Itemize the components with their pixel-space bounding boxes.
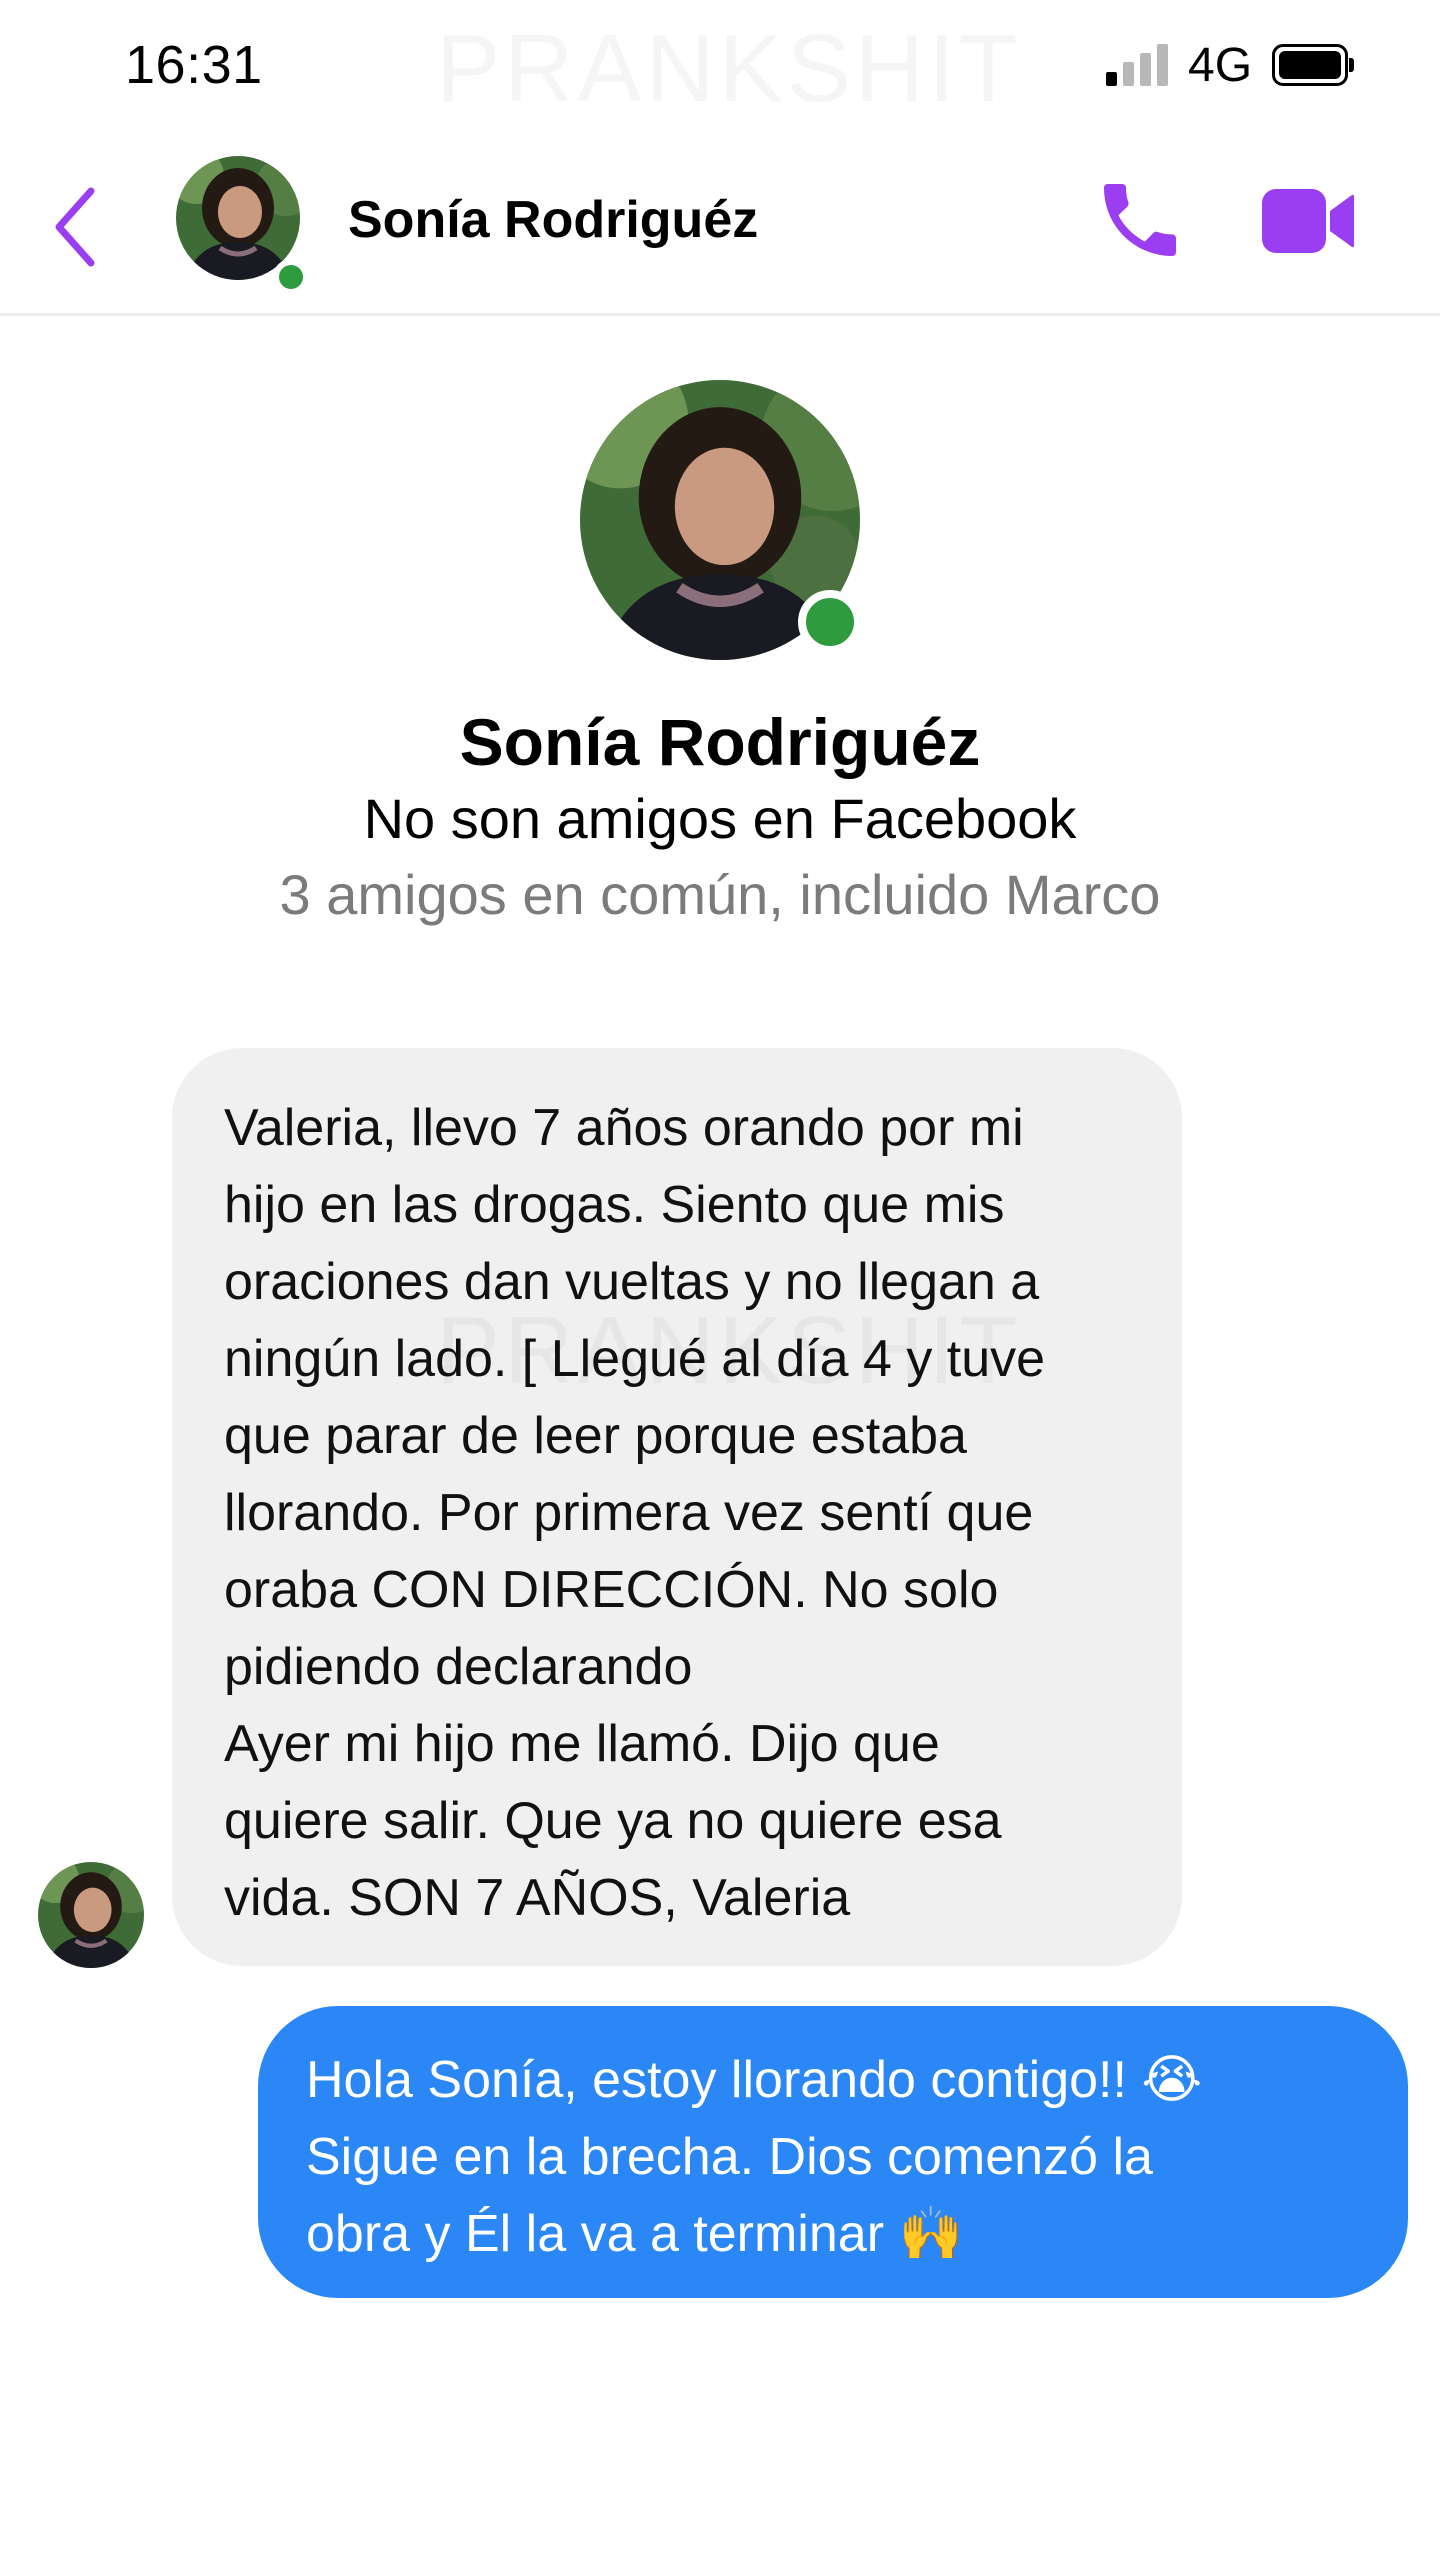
back-button[interactable] xyxy=(40,172,110,282)
video-camera-icon xyxy=(1262,189,1354,253)
back-arrow-icon xyxy=(55,187,95,267)
video-call-button[interactable] xyxy=(1258,176,1358,266)
signal-icon xyxy=(1106,44,1176,86)
sender-avatar[interactable] xyxy=(38,1862,144,1968)
header-avatar-button[interactable] xyxy=(176,156,309,295)
header-contact-name[interactable]: Sonía Rodriguéz xyxy=(348,190,758,250)
phone-icon xyxy=(1104,184,1176,256)
friendship-status: No son amigos en Facebook xyxy=(363,787,1077,850)
profile-avatar-button[interactable] xyxy=(580,380,862,660)
online-status-dot xyxy=(798,590,862,654)
incoming-message-text: Valeria, llevo 7 años orando por mi hijo… xyxy=(224,1099,1046,1927)
profile-name: Sonía Rodriguéz xyxy=(459,705,981,779)
avatar xyxy=(38,1862,144,1968)
status-time: 16:31 xyxy=(125,35,263,95)
incoming-message[interactable]: Valeria, llevo 7 años orando por mi hijo… xyxy=(172,1048,1182,1966)
voice-call-button[interactable] xyxy=(1090,170,1190,270)
chat-header: Sonía Rodriguéz xyxy=(0,140,1440,316)
status-bar: 16:31 PRANKSHIT 4G xyxy=(0,0,1440,140)
outgoing-message[interactable]: Hola Sonía, estoy llorando contigo!! 😭 S… xyxy=(258,2006,1408,2298)
network-label: 4G xyxy=(1188,39,1253,92)
outgoing-message-text: Hola Sonía, estoy llorando contigo!! 😭 S… xyxy=(306,2051,1203,2263)
mutual-friends[interactable]: 3 amigos en común, incluido Marco xyxy=(0,862,1440,927)
watermark-text: PRANKSHIT xyxy=(436,14,1021,124)
watermark-text: PRANKSHIT xyxy=(436,1296,1021,1406)
online-status-dot xyxy=(273,259,309,295)
battery-icon xyxy=(1272,44,1354,86)
